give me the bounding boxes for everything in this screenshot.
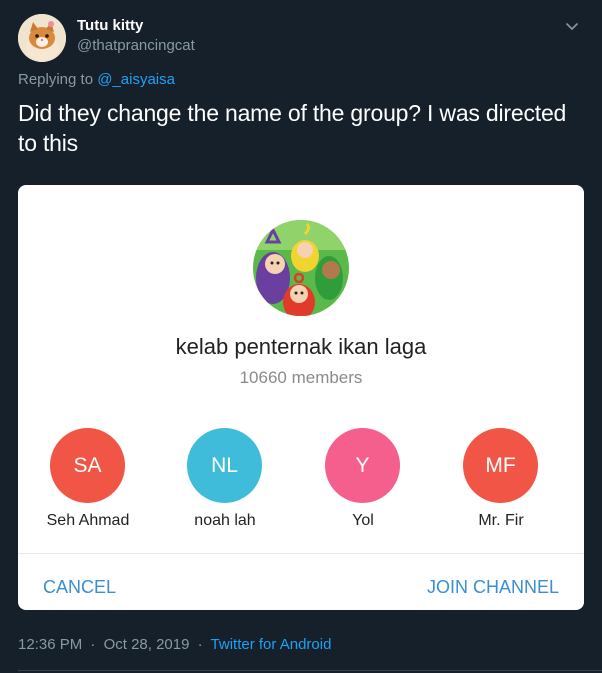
member-item[interactable]: SA Seh Ahmad bbox=[18, 428, 158, 538]
tweet-source-link[interactable]: Twitter for Android bbox=[211, 636, 332, 653]
meta-separator: · bbox=[90, 636, 96, 653]
member-name: Mr. Fir bbox=[478, 512, 524, 529]
member-name: Seh Ahmad bbox=[46, 512, 130, 529]
meta-separator: · bbox=[197, 636, 203, 653]
tweet-date[interactable]: Oct 28, 2019 bbox=[104, 636, 190, 653]
user-handle[interactable]: @thatprancingcat bbox=[77, 37, 195, 55]
card-divider bbox=[18, 553, 584, 554]
bottom-divider bbox=[18, 670, 602, 671]
tweet-time[interactable]: 12:36 PM bbox=[18, 636, 82, 653]
display-name[interactable]: Tutu kitty bbox=[77, 17, 143, 35]
top-divider bbox=[0, 0, 602, 6]
member-avatar: NL bbox=[187, 428, 262, 503]
member-avatar: Y bbox=[325, 428, 400, 503]
member-count: 10660 members bbox=[239, 368, 363, 387]
tweet-header: Tutu kitty @thatprancingcat bbox=[18, 14, 584, 64]
group-name: kelab penternak ikan laga bbox=[175, 334, 427, 359]
avatar[interactable] bbox=[18, 14, 66, 62]
member-avatar: SA bbox=[50, 428, 125, 503]
cancel-button[interactable]: CANCEL bbox=[43, 576, 116, 598]
embedded-screenshot-card: kelab penternak ikan laga 10660 members … bbox=[18, 185, 584, 610]
member-name: Yol bbox=[352, 512, 374, 529]
member-list: SA Seh Ahmad NL noah lah Y Yol MF Mr. Fi… bbox=[18, 428, 584, 538]
join-channel-button[interactable]: JOIN CHANNEL bbox=[427, 576, 559, 598]
member-name: noah lah bbox=[194, 512, 256, 529]
tweet-meta: 12:36 PM · Oct 28, 2019 · Twitter for An… bbox=[18, 636, 331, 654]
teletubbies-group-photo bbox=[253, 220, 349, 316]
tweet-text: Did they change the name of the group? I… bbox=[18, 100, 567, 156]
replying-to-label: Replying to bbox=[18, 71, 94, 88]
member-item[interactable]: MF Mr. Fir bbox=[431, 428, 571, 538]
replying-to: Replying to @_aisyaisa bbox=[18, 71, 175, 89]
chevron-down-icon[interactable] bbox=[564, 18, 580, 34]
member-item[interactable]: Y Yol bbox=[293, 428, 433, 538]
member-avatar: MF bbox=[463, 428, 538, 503]
member-item[interactable]: NL noah lah bbox=[155, 428, 295, 538]
reply-mention-link[interactable]: @_aisyaisa bbox=[97, 71, 175, 88]
cat-avatar-image bbox=[18, 14, 66, 62]
